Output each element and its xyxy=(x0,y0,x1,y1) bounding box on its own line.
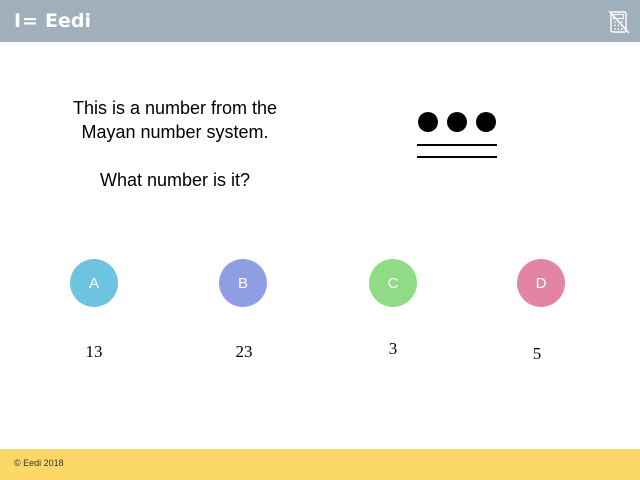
mayan-dot xyxy=(447,112,467,132)
copyright-text: © Eedi 2018 xyxy=(14,458,64,468)
question-text: This is a number from the Mayan number s… xyxy=(40,96,310,192)
option-a-letter: A xyxy=(88,274,99,292)
answer-b: 23 xyxy=(235,342,253,361)
question-line-1: This is a number from the xyxy=(72,98,278,118)
question-prompt: What number is it? xyxy=(99,170,251,190)
option-b-button[interactable]: B xyxy=(219,259,267,307)
option-c-button[interactable]: C xyxy=(369,259,417,307)
mayan-numeral xyxy=(417,112,497,158)
answer-a: 13 xyxy=(85,342,103,361)
question-line-2: Mayan number system. xyxy=(81,122,269,142)
option-b-letter: B xyxy=(237,274,248,292)
mayan-bar xyxy=(417,156,497,158)
mayan-dot xyxy=(476,112,496,132)
option-c-letter: C xyxy=(387,274,399,292)
logo-mark: I= xyxy=(14,10,39,32)
answer-c: 3 xyxy=(388,339,398,358)
footer-bar: © Eedi 2018 xyxy=(0,449,640,480)
answer-d: 5 xyxy=(532,344,542,363)
mayan-dot xyxy=(418,112,438,132)
mayan-bar xyxy=(417,144,497,146)
option-d-button[interactable]: D xyxy=(517,259,565,307)
logo-text: Eedi xyxy=(45,10,91,32)
calculator-crossed-icon xyxy=(608,10,630,34)
header-bar: I= Eedi xyxy=(0,0,640,42)
eedi-logo[interactable]: I= Eedi xyxy=(14,9,91,33)
option-d-letter: D xyxy=(535,274,547,292)
option-a-button[interactable]: A xyxy=(70,259,118,307)
